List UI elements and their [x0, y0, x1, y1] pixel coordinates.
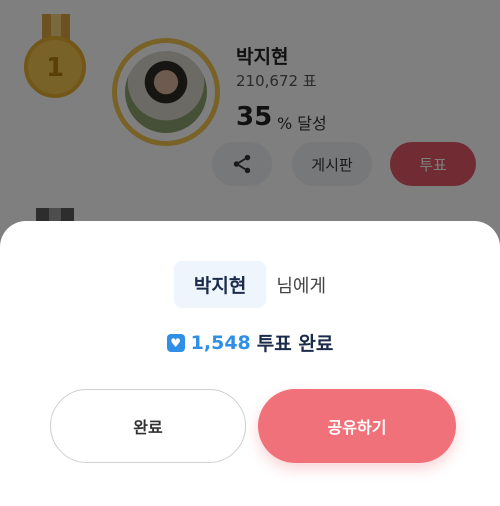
done-button[interactable]: 완료: [50, 389, 246, 463]
vote-complete-sheet: 박지현 님에게 ♥ 1,548 투표 완료 완료 공유하기: [0, 221, 500, 506]
voted-count: 1,548: [190, 331, 251, 354]
vote-result: ♥ 1,548 투표 완료: [0, 329, 500, 356]
recipient-name: 박지현: [173, 261, 267, 308]
heart-icon: ♥: [166, 333, 185, 352]
vote-complete-text: 투표 완료: [256, 333, 334, 355]
share-vote-button[interactable]: 공유하기: [258, 389, 456, 463]
recipient-row: 박지현 님에게: [0, 261, 500, 308]
recipient-suffix: 님에게: [276, 275, 327, 297]
